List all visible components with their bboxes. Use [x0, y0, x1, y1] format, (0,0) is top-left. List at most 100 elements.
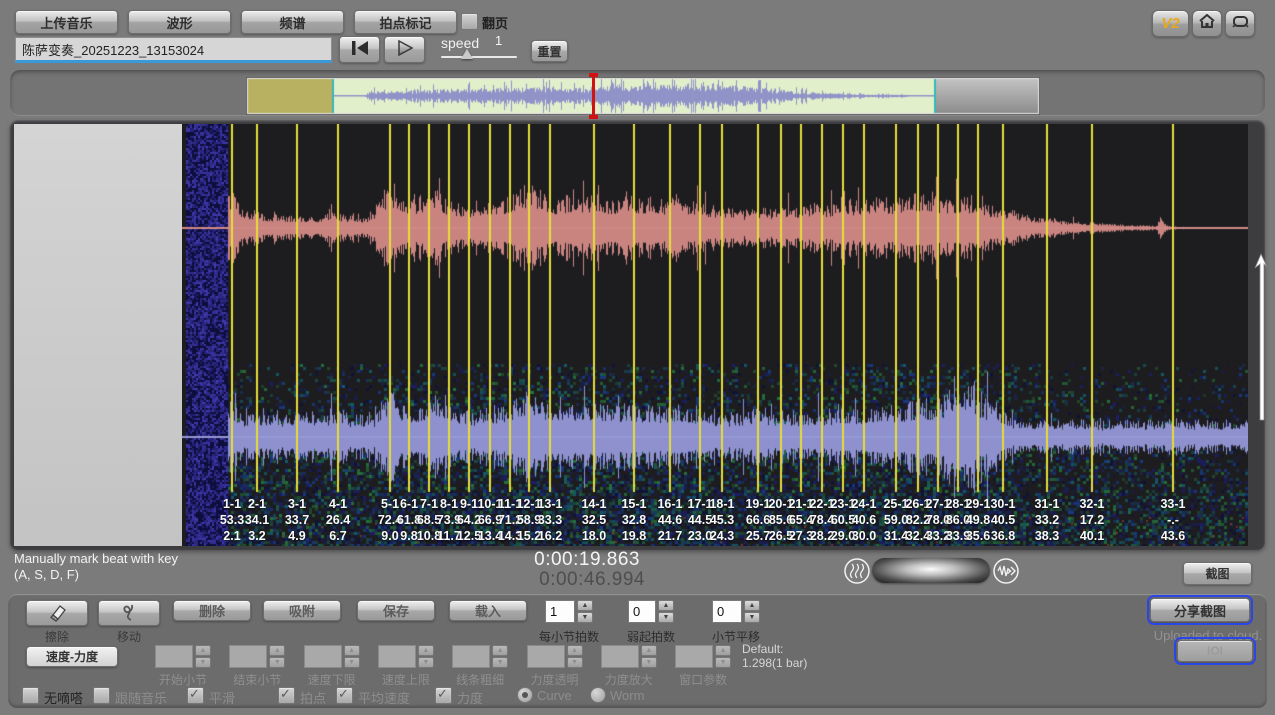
- hint-line1: Manually mark beat with key: [14, 551, 178, 566]
- end-bar-up-button[interactable]: ▲: [269, 645, 285, 656]
- smooth-label: 平滑: [209, 688, 235, 707]
- upload-music-button[interactable]: 上传音乐: [15, 10, 118, 34]
- start-bar-value[interactable]: [155, 645, 193, 668]
- dyn-zoom-value[interactable]: [601, 645, 639, 668]
- main-waveform[interactable]: [182, 124, 1248, 546]
- speed-min-label: 速度下限: [294, 671, 370, 688]
- fullscreen-icon: [1232, 15, 1249, 33]
- window-param-value[interactable]: [675, 645, 713, 668]
- line-width-value[interactable]: [452, 645, 490, 668]
- overview-waveform[interactable]: [246, 77, 1040, 115]
- bar-shift-down-button[interactable]: ▼: [744, 612, 760, 623]
- speed-max-up-button[interactable]: ▲: [418, 645, 434, 656]
- line-width-down-button[interactable]: ▼: [492, 657, 508, 668]
- page-turn-checkbox[interactable]: [461, 13, 478, 30]
- dyn-zoom-label: 力度放大: [591, 671, 667, 688]
- pickup-beats-value[interactable]: 0: [628, 600, 656, 623]
- zoom-pill-slider[interactable]: [872, 558, 990, 583]
- window-param-down-button[interactable]: ▼: [715, 657, 731, 668]
- dynamics-label: 力度: [457, 688, 483, 707]
- no-click-checkbox[interactable]: [22, 687, 39, 704]
- window-param-up-button[interactable]: ▲: [715, 645, 731, 656]
- worm-radio[interactable]: [590, 687, 606, 703]
- move-button[interactable]: [98, 600, 160, 626]
- worm-label: Worm: [610, 688, 644, 703]
- speed-slider-thumb[interactable]: [461, 49, 473, 59]
- erase-button[interactable]: [26, 600, 88, 626]
- load-button[interactable]: 载入: [449, 600, 527, 621]
- tempo-dynamics-button[interactable]: 速度-力度: [26, 646, 118, 667]
- eraser-icon: [46, 602, 68, 625]
- bar-shift-up-button[interactable]: ▲: [744, 600, 760, 611]
- beat-points-checkbox[interactable]: [278, 687, 295, 704]
- skip-start-icon: [349, 40, 371, 59]
- smooth-checkbox[interactable]: [187, 687, 204, 704]
- start-bar-label: 开始小节: [145, 671, 221, 688]
- no-click-label: 无嘀嗒: [44, 688, 83, 707]
- start-bar-arrows: ▲▼: [195, 645, 211, 668]
- time-current: 0:00:19.863: [440, 549, 640, 571]
- speed-min-value[interactable]: [304, 645, 342, 668]
- beat-mark-button[interactable]: 拍点标记: [354, 10, 457, 34]
- end-bar-value[interactable]: [229, 645, 267, 668]
- default-window-param: Default: 1.298(1 bar): [742, 642, 807, 670]
- filename-input[interactable]: [15, 37, 332, 63]
- delete-button[interactable]: 删除: [173, 600, 251, 621]
- dyn-zoom-down-button[interactable]: ▼: [641, 657, 657, 668]
- dyn-zoom-arrows: ▲▼: [641, 645, 657, 668]
- end-bar-arrows: ▲▼: [269, 645, 285, 668]
- overview-playhead[interactable]: [589, 73, 598, 119]
- beat-marking-app: 上传音乐波形频谱拍点标记 翻页 V2 speed 1 重置 1-153.: [0, 0, 1275, 715]
- toolbar: 上传音乐波形频谱拍点标记: [15, 10, 457, 34]
- skip-start-button[interactable]: [339, 36, 380, 63]
- reset-speed-button[interactable]: 重置: [531, 40, 568, 62]
- end-bar-down-button[interactable]: ▼: [269, 657, 285, 668]
- zoom-out-wave-icon[interactable]: [843, 557, 871, 585]
- line-width-label: 线条粗细: [442, 671, 518, 688]
- time-total: 0:00:46.994: [445, 569, 645, 591]
- pickup-beats-up-button[interactable]: ▲: [658, 600, 674, 611]
- start-bar-up-button[interactable]: ▲: [195, 645, 211, 656]
- line-width-up-button[interactable]: ▲: [492, 645, 508, 656]
- default-label: Default:: [742, 642, 807, 656]
- dyn-zoom-up-button[interactable]: ▲: [641, 645, 657, 656]
- dyn-opacity-up-button[interactable]: ▲: [567, 645, 583, 656]
- bar-shift-value[interactable]: 0: [712, 600, 742, 623]
- dyn-opacity-value[interactable]: [527, 645, 565, 668]
- play-button[interactable]: [384, 36, 425, 63]
- play-icon: [395, 39, 415, 60]
- speed-slider-track[interactable]: [441, 56, 517, 58]
- avg-speed-checkbox[interactable]: [336, 687, 353, 704]
- home-button[interactable]: [1192, 10, 1222, 37]
- window-param-arrows: ▲▼: [715, 645, 731, 668]
- dynamics-checkbox[interactable]: [435, 687, 452, 704]
- waveform-view-button[interactable]: 波形: [128, 10, 231, 34]
- pickup-beats-down-button[interactable]: ▼: [658, 612, 674, 623]
- snap-button[interactable]: 吸附: [263, 600, 341, 621]
- default-value: 1.298(1 bar): [742, 656, 807, 670]
- fullscreen-button[interactable]: [1225, 10, 1255, 37]
- start-bar-down-button[interactable]: ▼: [195, 657, 211, 668]
- beats-per-bar-up-button[interactable]: ▲: [577, 600, 593, 611]
- zoom-in-wave-icon[interactable]: [992, 557, 1020, 585]
- speed-max-down-button[interactable]: ▼: [418, 657, 434, 668]
- follow-music-checkbox[interactable]: [93, 687, 110, 704]
- ioi-button[interactable]: IOI: [1177, 640, 1253, 662]
- screenshot-button[interactable]: 截图: [1183, 562, 1252, 585]
- speed-value: 1: [495, 33, 502, 48]
- beats-per-bar-down-button[interactable]: ▼: [577, 612, 593, 623]
- spectrum-view-button[interactable]: 频谱: [241, 10, 344, 34]
- beats-per-bar-value[interactable]: 1: [545, 600, 575, 623]
- speed-min-down-button[interactable]: ▼: [344, 657, 360, 668]
- share-screenshot-button[interactable]: 分享截图: [1150, 598, 1250, 622]
- save-button[interactable]: 保存: [357, 600, 435, 621]
- dyn-opacity-down-button[interactable]: ▼: [567, 657, 583, 668]
- erase-label: 擦除: [26, 628, 88, 645]
- avg-speed-label: 平均速度: [358, 688, 410, 707]
- speed-min-up-button[interactable]: ▲: [344, 645, 360, 656]
- curve-radio[interactable]: [517, 687, 533, 703]
- window-param-label: 窗口参数: [665, 671, 741, 688]
- move-label: 移动: [98, 628, 160, 645]
- bar-shift-arrows: ▲▼: [744, 600, 760, 623]
- speed-max-value[interactable]: [378, 645, 416, 668]
